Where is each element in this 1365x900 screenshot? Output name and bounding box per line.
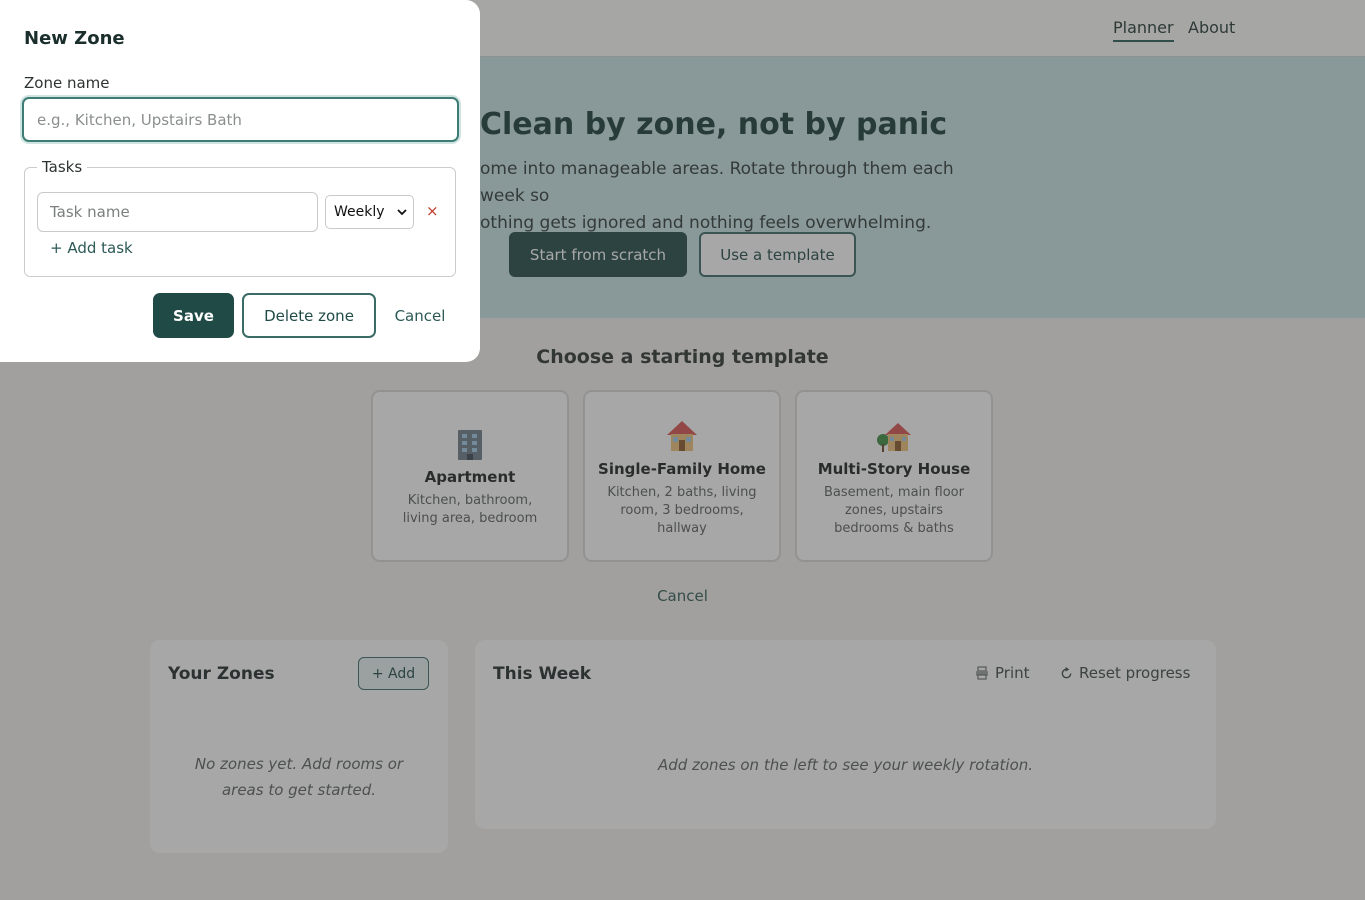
tasks-legend: Tasks — [37, 158, 88, 176]
tasks-fieldset: Tasks Weekly × + Add task — [24, 158, 456, 277]
zone-name-label: Zone name — [24, 74, 110, 92]
new-zone-dialog: New Zone Zone name Tasks Weekly × + Add … — [0, 0, 480, 362]
dialog-title: New Zone — [24, 28, 125, 49]
remove-task-icon[interactable]: × — [426, 204, 439, 219]
add-task-link[interactable]: + Add task — [50, 239, 133, 257]
task-name-input[interactable] — [37, 192, 318, 232]
frequency-select[interactable]: Weekly — [325, 195, 414, 229]
cancel-button[interactable]: Cancel — [387, 293, 453, 338]
save-button[interactable]: Save — [153, 293, 234, 338]
frequency-selected-value: Weekly — [334, 204, 385, 220]
zone-name-input[interactable] — [22, 97, 459, 142]
chevron-down-icon — [397, 209, 407, 216]
delete-zone-button[interactable]: Delete zone — [242, 293, 376, 338]
